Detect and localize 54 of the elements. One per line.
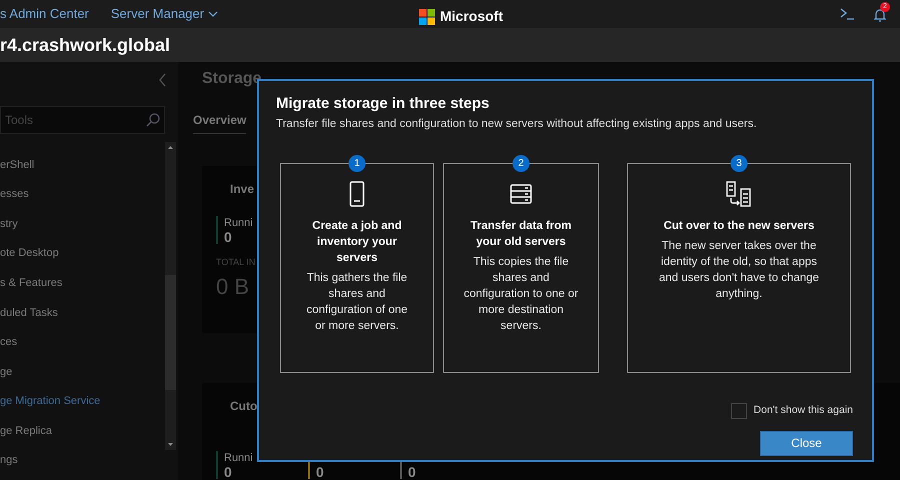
sidebar-item[interactable]: ngs [0,446,165,476]
tool-title: Storage [202,69,263,89]
stat-value: 0 [224,230,233,244]
sidebar-item[interactable]: ge Migration Service [0,386,165,416]
card-title: Cuto [230,398,258,415]
card-title: Inve [230,181,254,198]
sidebar-item[interactable]: s & Features [0,268,165,298]
checkbox-label: Don't show this again [754,402,853,418]
close-button[interactable]: Close [760,430,853,456]
app-title[interactable]: s Admin Center [0,4,89,24]
sidebar-item[interactable]: ge Replica [0,416,165,446]
bell-icon [874,8,886,22]
total-label: TOTAL IN [216,256,256,269]
sidebar-item[interactable]: stry [0,209,165,239]
step-number-badge: 2 [512,154,530,172]
stat-value: 0 [408,465,416,479]
dialog-title: Migrate storage in three steps [276,94,490,114]
phone-icon [349,180,365,207]
sidebar-item[interactable]: erShell [0,150,165,180]
sidebar-item[interactable]: esses [0,180,165,210]
sidebar-item[interactable]: ote Desktop [0,238,165,268]
step-number-badge: 1 [348,154,366,172]
scrollbar-thumb[interactable] [165,275,176,390]
server-name: r4.crashwork.global [0,34,170,57]
step-number-badge: 3 [730,154,748,172]
stat-value: 0 [224,465,233,479]
step-title: Cut over to the new servers [664,218,814,234]
step-title: Transfer data from your old servers [470,218,572,250]
checkbox[interactable] [730,402,747,419]
brand-logo-icon [419,8,435,24]
overview-tab[interactable]: Overview [193,111,246,134]
step-description: This gathers the file shares and configuration of one or more servers. [305,270,409,334]
step-description: This copies the file shares and configuration to one or more destination servers. [462,254,580,334]
scrollbar[interactable] [165,142,176,450]
server-manager-menu[interactable]: Server Manager [110,4,218,24]
stat-label: Runni [224,451,253,465]
terminal-icon[interactable] [840,8,854,20]
tools-search-field[interactable]: Tools [0,106,165,134]
tools-search-input: Tools [5,111,146,129]
total-value: 0 B [216,272,250,300]
brand-name: Microsoft [440,7,503,26]
stat-value: 0 [316,465,324,479]
collapse-chevron-icon[interactable] [159,73,166,87]
server-transfer-icon [726,180,752,207]
step-title: Create a job and inventory your servers [311,218,403,266]
sidebar-item[interactable]: ge [0,357,165,387]
stat-label: Runni [224,216,253,230]
sidebar-item[interactable]: ces [0,328,165,358]
chevron-down-icon [208,11,218,17]
step-description: The new server takes over the identity of the old, so that apps and users don't have to change anything. [658,238,820,302]
search-icon [146,113,160,127]
dialog-subtitle: Transfer file shares and configuration to new servers without affecting existing apps and users. [276,116,758,132]
server-icon [510,184,532,204]
sidebar-item[interactable]: duled Tasks [0,298,165,328]
